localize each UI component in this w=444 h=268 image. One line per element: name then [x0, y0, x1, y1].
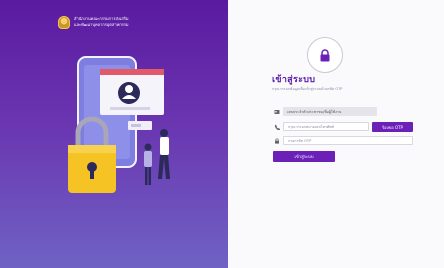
security-illustration [68, 56, 170, 193]
phone-input[interactable]: กรุณากรอกหมายเลขโทรศัพท์ [283, 122, 369, 131]
header-lock-badge [307, 37, 343, 73]
page-title: เข้าสู่ระบบ [272, 75, 316, 85]
padlock-icon [273, 137, 280, 144]
lock-icon [320, 48, 330, 61]
id-field[interactable]: เลขประจำตัวประชาชน/ชื่อผู้ใช้งาน [283, 107, 377, 116]
organization-name-line1: สำนักงานคณะกรรมการส่งเสริม [74, 16, 129, 21]
login-button[interactable]: เข้าสู่ระบบ [273, 151, 335, 162]
hero-panel: สำนักงานคณะกรรมการส่งเสริม และพัฒนาบุคลา… [0, 0, 228, 268]
id-card-icon [273, 108, 280, 115]
otp-input[interactable]: กรอกรหัส OTP [283, 136, 413, 145]
organization-name-line2: และพัฒนาบุคลากรอุตสาหกรรม [74, 21, 129, 27]
page-subtitle: กรุณากรอกข้อมูลเพื่อเข้าสู่ระบบด้วยรหัส … [272, 87, 343, 91]
organization-seal-logo [58, 16, 70, 29]
phone-icon [273, 123, 280, 130]
organization-brand: สำนักงานคณะกรรมการส่งเสริม และพัฒนาบุคลา… [58, 16, 129, 29]
organization-name: สำนักงานคณะกรรมการส่งเสริม และพัฒนาบุคลา… [74, 16, 129, 27]
request-otp-button[interactable]: ร้องขอ OTP [372, 122, 413, 132]
